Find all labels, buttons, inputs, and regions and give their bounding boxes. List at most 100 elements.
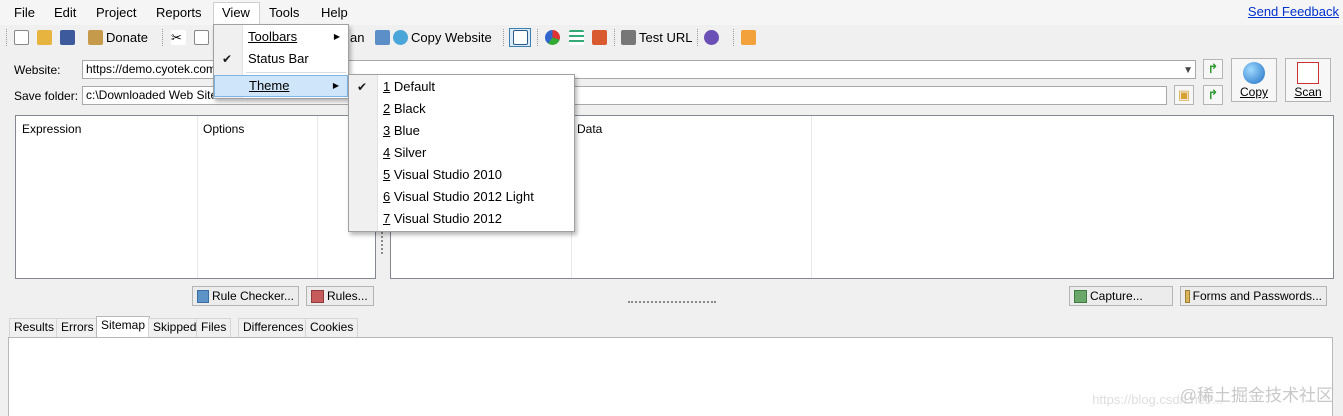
capture-button[interactable]: Capture...	[1069, 286, 1173, 306]
rss-button[interactable]	[741, 28, 759, 47]
toolbars-label: Toolbars	[248, 29, 298, 44]
column-divider	[317, 116, 318, 278]
tab-sitemap[interactable]: Sitemap	[96, 316, 151, 338]
send-feedback-link[interactable]: Send Feedback	[1248, 4, 1339, 19]
chevron-down-icon[interactable]: ▼	[1183, 62, 1193, 78]
menu-item-toolbars[interactable]: Toolbars ▶	[214, 26, 348, 48]
scan-big-button[interactable]: Scan	[1285, 58, 1331, 102]
menu-item-status-bar[interactable]: ✔ Status Bar	[214, 48, 348, 70]
browse-folder-button[interactable]: ▣	[1174, 85, 1194, 105]
copy-button[interactable]	[194, 28, 212, 47]
list-button[interactable]	[569, 28, 587, 47]
theme-menu: ✔ 1 Default 2 Black 3 Blue 4 Silver 5 Visual …	[348, 74, 575, 232]
globe-icon	[393, 30, 408, 45]
theme-item-label: Black	[390, 101, 426, 116]
check-icon: ✔	[357, 80, 368, 94]
save-folder-value: c:\Downloaded Web Sites	[86, 88, 224, 102]
capture-icon	[1074, 289, 1087, 303]
column-expression[interactable]: Expression	[22, 122, 81, 136]
save-folder-label: Save folder:	[14, 89, 79, 103]
sitemap-icon	[1297, 62, 1319, 84]
column-data[interactable]: Data	[577, 122, 602, 136]
toolbar-separator	[537, 29, 538, 46]
theme-item[interactable]: 6 Visual Studio 2012 Light	[349, 186, 574, 208]
list-icon	[569, 30, 584, 45]
tab-results[interactable]: Results	[9, 318, 60, 337]
gear-icon	[704, 30, 719, 45]
theme-item-label: Default	[390, 79, 436, 94]
vertical-splitter[interactable]	[381, 232, 383, 254]
menubar: File Edit Project Reports View Tools Hel…	[0, 0, 1343, 25]
globe-icon	[1243, 62, 1265, 84]
new-button[interactable]	[14, 28, 32, 47]
zoom-icon	[375, 30, 390, 45]
tab-files[interactable]: Files	[196, 318, 232, 337]
menu-separator	[246, 72, 346, 73]
toolbar-separator	[6, 29, 7, 46]
tab-cookies[interactable]: Cookies	[305, 318, 359, 337]
toolbar-separator	[697, 29, 698, 46]
sitemap-button[interactable]	[592, 28, 610, 47]
rules-button[interactable]: Rules...	[306, 286, 374, 306]
donate-button[interactable]: Donate	[88, 28, 148, 47]
menu-reports[interactable]: Reports	[155, 3, 203, 23]
rule-checker-button[interactable]: Rule Checker...	[192, 286, 299, 306]
theme-item[interactable]: 4 Silver	[349, 142, 574, 164]
open-button[interactable]	[37, 28, 55, 47]
scan-toolbar-label[interactable]: an	[350, 28, 364, 47]
menu-item-theme[interactable]: Theme ▶	[214, 75, 348, 97]
toolbar-separator	[503, 29, 504, 46]
scissors-icon: ✂	[171, 30, 186, 45]
open-folder-button[interactable]: ↱	[1203, 85, 1223, 105]
website-value: https://demo.cyotek.com/	[86, 62, 220, 76]
copy-icon	[194, 30, 209, 45]
theme-item[interactable]: ✔ 1 Default	[349, 76, 574, 98]
arrow-up-icon: ↱	[1207, 87, 1219, 102]
menu-help[interactable]: Help	[320, 3, 349, 23]
column-options[interactable]: Options	[203, 122, 244, 136]
forms-passwords-button[interactable]: Forms and Passwords...	[1180, 286, 1327, 306]
rules-icon	[311, 289, 324, 303]
go-website-button[interactable]: ↱	[1203, 59, 1223, 79]
folder-open-icon	[37, 30, 52, 45]
website-label: Website:	[14, 63, 61, 77]
checker-icon	[197, 289, 209, 303]
theme-item[interactable]: 7 Visual Studio 2012	[349, 208, 574, 230]
save-button[interactable]	[60, 28, 78, 47]
link-icon	[621, 30, 636, 45]
copy-website-label: Copy Website	[411, 30, 492, 45]
toolbar-separator	[614, 29, 615, 46]
tab-differences[interactable]: Differences	[238, 318, 309, 337]
toggle-panel-button[interactable]	[509, 28, 531, 47]
rules-list[interactable]: Expression Options	[15, 115, 376, 279]
sitemap-icon	[592, 30, 607, 45]
watermark: @稀土掘金技术社区	[1179, 386, 1333, 405]
theme-item[interactable]: 2 Black	[349, 98, 574, 120]
toolbar-separator	[162, 29, 163, 46]
new-file-icon	[14, 30, 29, 45]
theme-item[interactable]: 3 Blue	[349, 120, 574, 142]
donate-icon	[88, 30, 103, 45]
tab-errors[interactable]: Errors	[56, 318, 99, 337]
toolbar-separator	[733, 29, 734, 46]
menu-file[interactable]: File	[13, 3, 36, 23]
chart-button[interactable]	[545, 28, 563, 47]
menu-tools[interactable]: Tools	[268, 3, 300, 23]
theme-item-label: Visual Studio 2012 Light	[390, 189, 534, 204]
horizontal-splitter[interactable]	[628, 301, 716, 303]
arrow-up-icon: ↱	[1207, 61, 1219, 76]
cut-button[interactable]: ✂	[171, 28, 189, 47]
menu-view[interactable]: View	[213, 2, 260, 25]
tab-skipped[interactable]: Skipped	[148, 318, 202, 337]
menu-edit[interactable]: Edit	[53, 3, 77, 23]
menu-project[interactable]: Project	[95, 3, 137, 23]
test-url-button[interactable]: Test URL	[621, 28, 692, 47]
theme-item-label: Silver	[390, 145, 427, 160]
forms-icon	[1185, 289, 1190, 303]
copy-website-button[interactable]: Copy Website	[375, 28, 492, 47]
toolbar: Donate ✂ an Copy Website Test URL	[0, 25, 1343, 50]
theme-item[interactable]: 5 Visual Studio 2010	[349, 164, 574, 186]
copy-big-button[interactable]: Copy	[1231, 58, 1277, 102]
options-button[interactable]	[704, 28, 722, 47]
theme-label: Theme	[249, 78, 290, 93]
